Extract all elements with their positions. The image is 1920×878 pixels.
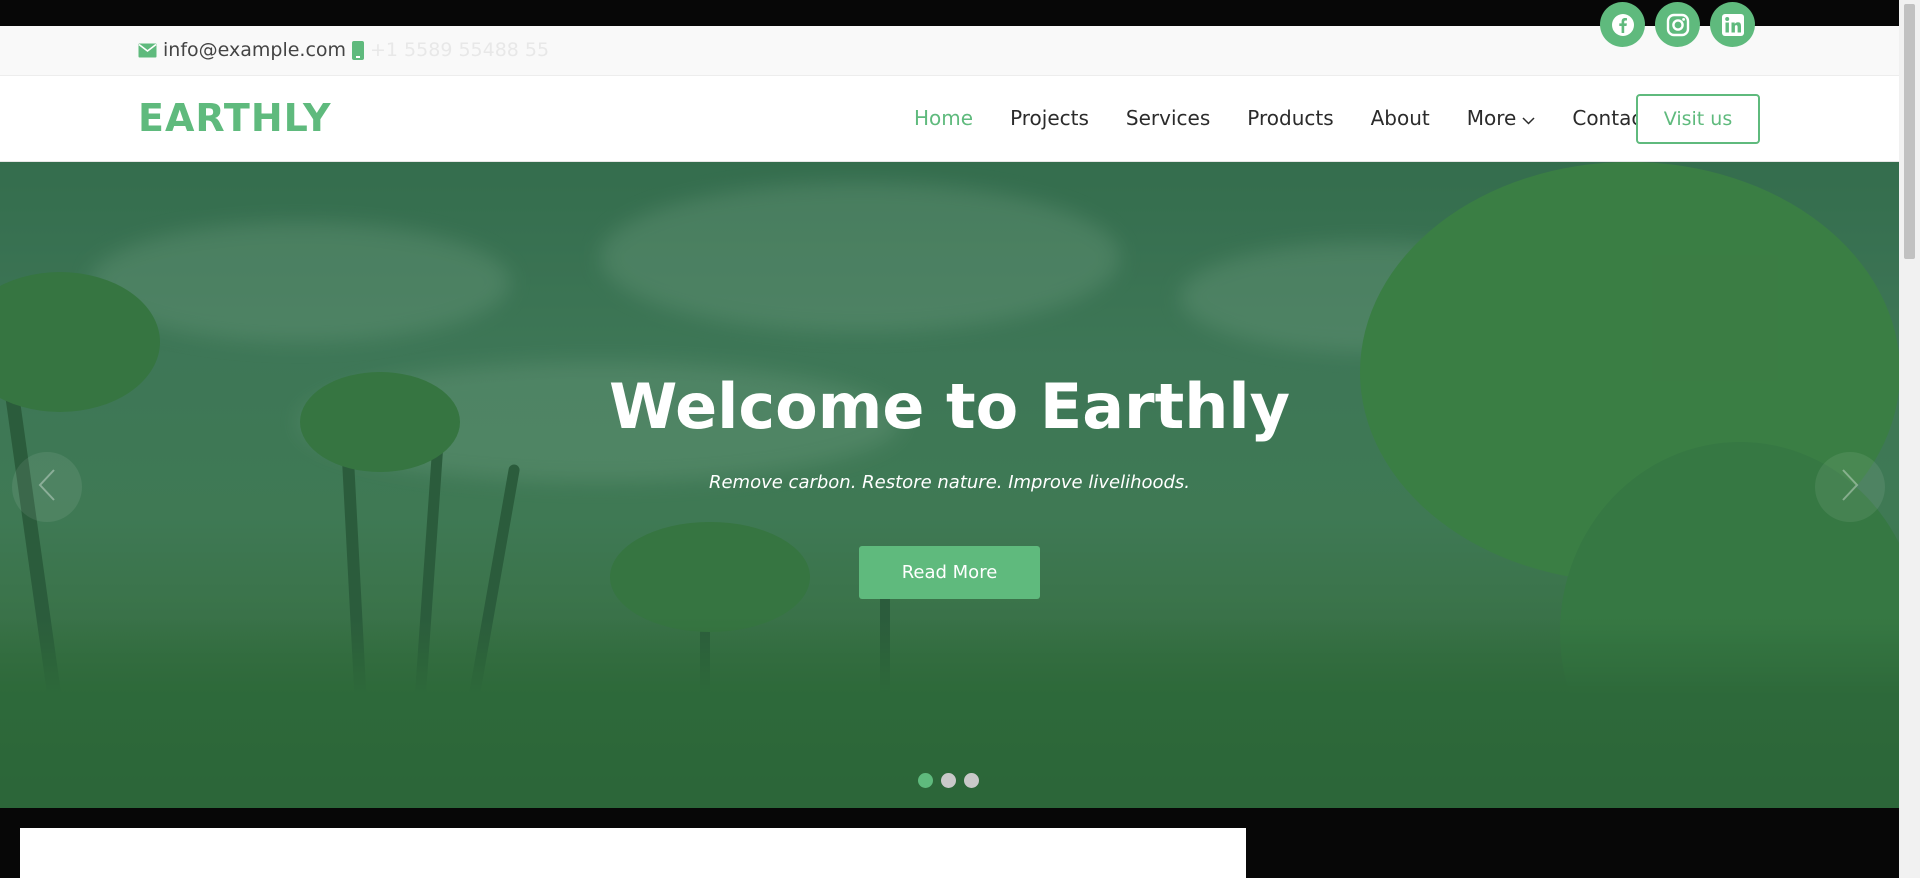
phone-contact[interactable]: +1 5589 55488 55 bbox=[352, 39, 549, 61]
read-more-button[interactable]: Read More bbox=[859, 546, 1040, 599]
carousel-dot-2[interactable] bbox=[941, 773, 956, 788]
carousel-dot-1[interactable] bbox=[918, 773, 933, 788]
carousel-dot-3[interactable] bbox=[964, 773, 979, 788]
instagram-icon[interactable] bbox=[1655, 2, 1700, 47]
nav-about[interactable]: About bbox=[1371, 106, 1430, 130]
phone-text: +1 5589 55488 55 bbox=[370, 39, 550, 61]
chevron-left-icon bbox=[36, 467, 58, 508]
envelope-icon bbox=[138, 43, 157, 58]
main-nav: Home Projects Services Products About Mo… bbox=[914, 106, 1687, 130]
chevron-down-icon bbox=[1522, 106, 1535, 130]
linkedin-icon[interactable] bbox=[1710, 2, 1755, 47]
site-header: EARTHLY Home Projects Services Products … bbox=[0, 76, 1899, 162]
email-contact[interactable]: info@example.com bbox=[138, 39, 346, 61]
nav-more[interactable]: More bbox=[1467, 106, 1536, 130]
carousel-next-button[interactable] bbox=[1815, 452, 1885, 522]
facebook-icon[interactable] bbox=[1600, 2, 1645, 47]
hero-carousel: Welcome to Earthly Remove carbon. Restor… bbox=[0, 162, 1899, 808]
visit-us-button[interactable]: Visit us bbox=[1636, 94, 1760, 144]
nav-projects[interactable]: Projects bbox=[1010, 106, 1089, 130]
page-scrollbar[interactable] bbox=[1899, 0, 1920, 878]
chevron-right-icon bbox=[1839, 467, 1861, 508]
nav-products[interactable]: Products bbox=[1247, 106, 1333, 130]
scrollbar-thumb[interactable] bbox=[1904, 4, 1915, 259]
content-panel bbox=[20, 828, 1246, 878]
hero-title: Welcome to Earthly bbox=[608, 370, 1291, 443]
carousel-indicators bbox=[918, 773, 979, 788]
carousel-prev-button[interactable] bbox=[12, 452, 82, 522]
site-logo[interactable]: EARTHLY bbox=[138, 96, 331, 140]
email-text: info@example.com bbox=[163, 39, 347, 61]
nav-more-label: More bbox=[1466, 106, 1517, 130]
social-links bbox=[1600, 2, 1755, 47]
nav-home[interactable]: Home bbox=[914, 106, 973, 130]
nav-services[interactable]: Services bbox=[1126, 106, 1210, 130]
phone-icon bbox=[352, 40, 364, 60]
hero-subtitle: Remove carbon. Restore nature. Improve l… bbox=[708, 472, 1191, 493]
